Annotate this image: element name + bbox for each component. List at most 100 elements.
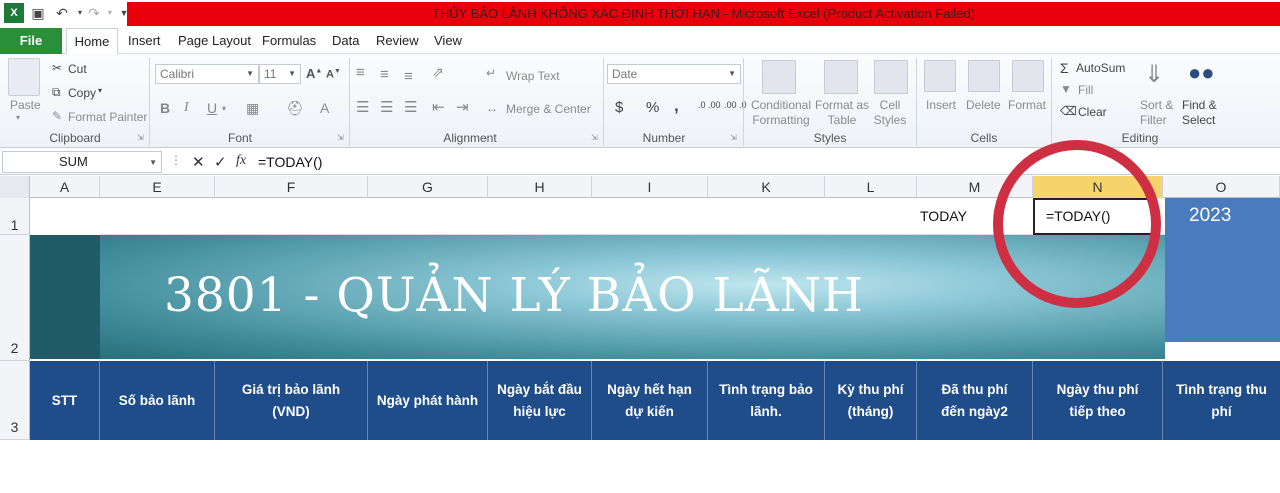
align-center-icon[interactable]: ☰ xyxy=(380,98,393,116)
header-tinh-trang-bao-lanh[interactable]: Tình trạng bảo lãnh. xyxy=(708,361,825,440)
cell-styles-icon[interactable] xyxy=(874,60,908,94)
alignment-launcher-icon[interactable]: ⇲ xyxy=(591,133,598,142)
bold-button[interactable]: B xyxy=(160,100,170,116)
formula-input[interactable]: =TODAY() xyxy=(258,151,322,173)
copy-button[interactable]: Copy xyxy=(68,86,96,100)
borders-icon[interactable]: ▦ xyxy=(246,100,259,117)
grow-font-icon[interactable]: A▲ xyxy=(306,66,322,81)
number-format-combo[interactable]: Date ▼ xyxy=(607,64,741,84)
tab-insert[interactable]: Insert xyxy=(124,28,165,54)
header-ngay-thu-phi-tiep[interactable]: Ngày thu phí tiếp theo xyxy=(1033,361,1163,440)
cut-button[interactable]: Cut xyxy=(68,62,87,76)
align-middle-icon[interactable]: ≡ xyxy=(380,66,389,83)
wrap-text-button[interactable]: Wrap Text xyxy=(506,69,560,83)
format-painter-button[interactable]: Format Painter xyxy=(68,110,147,124)
cut-icon[interactable]: ✂ xyxy=(52,61,62,75)
cell-m1[interactable]: TODAY xyxy=(920,208,967,224)
clear-icon[interactable]: ⌫ xyxy=(1060,104,1077,118)
sort-filter-icon[interactable]: ⇓ xyxy=(1144,60,1164,89)
insert-cells-icon[interactable] xyxy=(924,60,956,92)
header-tinh-trang-thu-phi[interactable]: Tình trạng thu phí xyxy=(1163,361,1280,440)
column-header-g[interactable]: G xyxy=(368,176,488,198)
column-header-l[interactable]: L xyxy=(825,176,917,198)
excel-app-icon[interactable]: X xyxy=(4,3,24,23)
shrink-font-icon[interactable]: A▼ xyxy=(326,68,341,81)
tab-formulas[interactable]: Formulas xyxy=(258,28,320,54)
number-launcher-icon[interactable]: ⇲ xyxy=(730,133,737,142)
insert-cells-button[interactable]: Insert xyxy=(926,98,956,112)
currency-button[interactable]: $ xyxy=(615,99,623,116)
increase-indent-icon[interactable]: ⇥ xyxy=(456,98,469,116)
formula-bar-expand-handle[interactable]: ⋮ xyxy=(170,153,182,167)
row-header-3[interactable]: 3 xyxy=(0,361,30,440)
font-launcher-icon[interactable]: ⇲ xyxy=(337,133,344,142)
chevron-down-icon[interactable]: ▼ xyxy=(149,153,157,173)
tab-data[interactable]: Data xyxy=(328,28,363,54)
enter-icon[interactable]: ✓ xyxy=(214,153,227,171)
header-da-thu-phi[interactable]: Đã thu phí đến ngày2 xyxy=(917,361,1033,440)
save-icon[interactable]: ▣ xyxy=(28,3,48,23)
clipboard-launcher-icon[interactable]: ⇲ xyxy=(137,133,144,142)
align-left-icon[interactable]: ☰ xyxy=(356,98,369,116)
tab-review[interactable]: Review xyxy=(372,28,423,54)
delete-cells-button[interactable]: Delete xyxy=(966,98,1001,112)
underline-dropdown-icon[interactable]: ▾ xyxy=(222,104,226,113)
format-cells-button[interactable]: Format xyxy=(1008,98,1046,112)
header-ngay-bat-dau[interactable]: Ngày bắt đầu hiệu lực xyxy=(488,361,592,440)
underline-button[interactable]: U xyxy=(207,100,217,116)
tab-page-layout[interactable]: Page Layout xyxy=(174,28,255,54)
column-header-h[interactable]: H xyxy=(488,176,592,198)
column-header-o[interactable]: O xyxy=(1163,176,1280,198)
format-cells-icon[interactable] xyxy=(1012,60,1044,92)
header-ky-thu-phi[interactable]: Kỳ thu phí (tháng) xyxy=(825,361,917,440)
header-ngay-phat-hanh[interactable]: Ngày phát hành xyxy=(368,361,488,440)
cell-o1[interactable]: 2023 xyxy=(1189,205,1231,227)
fill-color-icon[interactable]: ⛑ xyxy=(286,100,304,117)
tab-file[interactable]: File xyxy=(0,28,62,54)
name-box[interactable]: SUM ▼ xyxy=(2,151,162,173)
tab-view[interactable]: View xyxy=(430,28,466,54)
merge-center-icon[interactable]: ↔ xyxy=(486,101,498,115)
cell-styles-button[interactable]: Cell Styles xyxy=(868,98,912,128)
fill-button[interactable]: Fill xyxy=(1078,83,1093,97)
row-header-1[interactable]: 1 xyxy=(0,198,30,235)
format-as-table-icon[interactable] xyxy=(824,60,858,94)
align-bottom-icon[interactable]: ≡ xyxy=(404,68,413,85)
copy-dropdown-icon[interactable]: ▾ xyxy=(98,86,102,95)
paste-button[interactable]: Paste xyxy=(10,98,41,112)
autosum-icon[interactable]: Σ xyxy=(1060,60,1069,76)
clear-button[interactable]: Clear xyxy=(1078,105,1107,119)
tab-home[interactable]: Home xyxy=(66,28,118,55)
align-right-icon[interactable]: ☰ xyxy=(404,98,417,116)
cancel-icon[interactable]: ✕ xyxy=(192,153,205,171)
italic-button[interactable]: I xyxy=(184,100,189,116)
header-gia-tri[interactable]: Giá trị bảo lãnh (VND) xyxy=(215,361,368,440)
header-so-bao-lanh[interactable]: Số bảo lãnh xyxy=(100,361,215,440)
copy-icon[interactable]: ⧉ xyxy=(52,85,61,100)
comma-button[interactable]: , xyxy=(674,96,679,116)
decrease-indent-icon[interactable]: ⇤ xyxy=(432,98,445,116)
format-painter-icon[interactable]: ✎ xyxy=(52,109,62,123)
orientation-icon[interactable]: ⇗ xyxy=(432,64,444,81)
increase-decimal-icon[interactable]: .0 .00 xyxy=(698,100,721,110)
undo-icon[interactable]: ↶ xyxy=(52,3,72,23)
find-select-button[interactable]: Find & Select xyxy=(1182,98,1230,128)
insert-function-button[interactable]: fx xyxy=(236,153,246,169)
column-header-k[interactable]: K xyxy=(708,176,825,198)
header-stt[interactable]: STT xyxy=(30,361,100,440)
column-header-a[interactable]: A xyxy=(30,176,100,198)
percent-button[interactable]: % xyxy=(646,99,659,116)
align-top-icon[interactable]: ≡ xyxy=(356,64,365,81)
wrap-text-icon[interactable]: ↵ xyxy=(486,66,496,80)
row-header-2[interactable]: 2 xyxy=(0,235,30,361)
font-color-icon[interactable]: A xyxy=(320,100,329,116)
fill-icon[interactable]: ▼ xyxy=(1060,82,1072,96)
column-header-f[interactable]: F xyxy=(215,176,368,198)
paste-dropdown-icon[interactable]: ▾ xyxy=(16,113,20,122)
delete-cells-icon[interactable] xyxy=(968,60,1000,92)
format-as-table-button[interactable]: Format as Table xyxy=(814,98,870,128)
conditional-formatting-icon[interactable] xyxy=(762,60,796,94)
conditional-formatting-button[interactable]: Conditional Formatting xyxy=(750,98,812,128)
autosum-button[interactable]: AutoSum xyxy=(1076,61,1125,75)
column-header-i[interactable]: I xyxy=(592,176,708,198)
